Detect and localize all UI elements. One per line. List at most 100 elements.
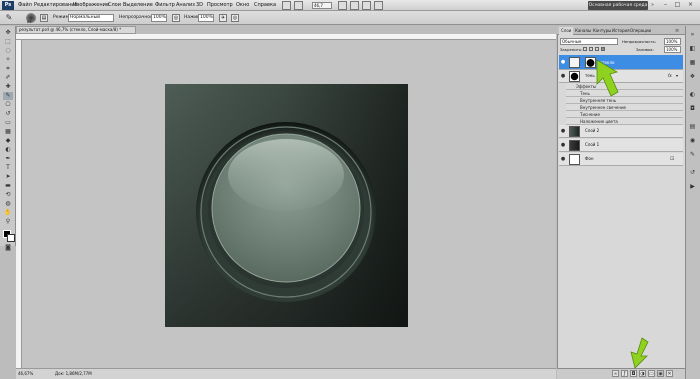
new-layer-icon[interactable]: ▣ — [657, 370, 664, 377]
layer-visibility-eye-icon[interactable]: ● — [560, 73, 566, 79]
lock-all-icon[interactable] — [601, 47, 605, 51]
lock-position-icon[interactable] — [595, 47, 599, 51]
zoom-status[interactable]: 46,67% — [18, 370, 33, 377]
blend-mode-select[interactable]: Обычные — [560, 38, 618, 45]
pen-tool-icon[interactable]: ✒ — [3, 155, 13, 163]
menu-file[interactable]: Файл — [18, 0, 32, 11]
brush-panel-icon[interactable]: ▤ — [40, 14, 48, 22]
masks-panel-icon[interactable]: ◘ — [688, 104, 697, 113]
mode-select[interactable]: Нормальный — [68, 14, 114, 22]
3d-rotate-tool-icon[interactable]: ⟲ — [3, 191, 13, 199]
layer-thumbnail[interactable] — [569, 126, 580, 137]
layer-visibility-eye-icon[interactable]: ● — [560, 128, 566, 134]
effect-inner-glow[interactable]: Внутреннее свечение — [566, 104, 683, 111]
actions-panel-icon[interactable]: ▶ — [688, 182, 697, 191]
clone-stamp-tool-icon[interactable]: ⎔ — [3, 101, 13, 109]
menu-select[interactable]: Выделение — [123, 0, 153, 11]
menu-help[interactable]: Справка — [254, 0, 276, 11]
layer-name[interactable]: Фон — [585, 155, 594, 163]
layer-thumbnail[interactable] — [569, 71, 580, 82]
layer-name[interactable]: Слой 1 — [585, 141, 599, 149]
bridge-icon[interactable] — [282, 1, 291, 10]
zoom-tool-icon[interactable]: ⚲ — [3, 218, 13, 226]
quick-mask-icon[interactable]: ◙ — [3, 244, 13, 252]
layer-thumbnail[interactable] — [569, 140, 580, 151]
new-group-icon[interactable]: ▭ — [648, 370, 655, 377]
layer-effects-fx-icon[interactable]: fx — [668, 72, 672, 80]
lasso-tool-icon[interactable]: ◌ — [3, 47, 13, 55]
pressure-size-icon[interactable]: ◎ — [231, 14, 239, 22]
menu-3d[interactable]: 3D — [196, 0, 203, 11]
screen-mode-icon[interactable] — [374, 1, 383, 10]
dodge-tool-icon[interactable]: ◐ — [3, 146, 13, 154]
layer-visibility-eye-icon[interactable]: ● — [560, 156, 566, 162]
crop-tool-icon[interactable]: ⌗ — [3, 65, 13, 73]
minimize-icon[interactable]: – — [661, 1, 670, 9]
airbrush-icon[interactable]: ✈ — [219, 14, 227, 22]
type-tool-icon[interactable]: T — [3, 164, 13, 172]
layer-visibility-eye-icon[interactable]: ● — [560, 59, 566, 65]
delete-layer-icon[interactable]: ✕ — [666, 370, 673, 377]
blur-tool-icon[interactable]: ◆ — [3, 137, 13, 145]
move-tool-icon[interactable]: ✥ — [3, 29, 13, 37]
menu-window[interactable]: Окно — [236, 0, 249, 11]
3d-orbit-tool-icon[interactable]: ◍ — [3, 200, 13, 208]
effect-color-overlay[interactable]: Наложение цвета — [566, 118, 683, 125]
glass-button-artwork[interactable] — [165, 84, 408, 327]
layer-name[interactable]: Слой 2 — [585, 127, 599, 135]
opacity-field[interactable]: 100% — [151, 14, 167, 22]
menu-edit[interactable]: Редактирование — [34, 0, 78, 11]
shape-tool-icon[interactable]: ▬ — [3, 182, 13, 190]
menu-filter[interactable]: Фильтр — [155, 0, 175, 11]
fill-field[interactable]: 100% — [664, 46, 681, 53]
hand-tool-icon[interactable]: ✋ — [3, 209, 13, 217]
color-panel-icon[interactable]: ◧ — [688, 44, 697, 53]
maximize-icon[interactable]: □ — [673, 1, 682, 9]
expand-effects-chevron-icon[interactable]: ▾ — [676, 73, 678, 79]
effects-header[interactable]: Эффекты — [566, 83, 683, 90]
menu-analysis[interactable]: Анализ — [176, 0, 195, 11]
hand-tool-icon[interactable] — [338, 1, 347, 10]
document-tab[interactable]: результат.psd @ 46,7% (стекло, Слой-маск… — [16, 26, 136, 34]
document-size-status[interactable]: Док: 1,86М/2,77M — [55, 370, 92, 377]
panel-menu-icon[interactable]: ≡ — [675, 28, 682, 34]
background-color-swatch[interactable] — [7, 234, 15, 242]
styles-panel-icon[interactable]: ❖ — [688, 72, 697, 81]
brush-tool-preset-icon[interactable]: ✎ — [4, 13, 14, 23]
zoom-tool-icon[interactable] — [350, 1, 359, 10]
history-panel-icon[interactable]: ↺ — [688, 168, 697, 177]
panel-opacity-field[interactable]: 100% — [664, 38, 681, 45]
quick-select-tool-icon[interactable]: ✧ — [3, 56, 13, 64]
swatches-panel-icon[interactable]: ▦ — [688, 58, 697, 67]
path-selection-tool-icon[interactable]: ➤ — [3, 173, 13, 181]
arrange-documents-icon[interactable] — [362, 1, 371, 10]
layer-visibility-eye-icon[interactable]: ● — [560, 142, 566, 148]
add-layer-style-icon[interactable]: ƒ — [621, 370, 628, 377]
close-icon[interactable]: × — [686, 1, 695, 9]
menu-image[interactable]: Изображение — [73, 0, 109, 11]
add-layer-mask-icon[interactable]: ◘ — [630, 370, 637, 377]
healing-tool-icon[interactable]: ✚ — [3, 83, 13, 91]
menu-view[interactable]: Просмотр — [207, 0, 233, 11]
layers-panel-icon[interactable]: ▤ — [688, 122, 697, 131]
new-adjustment-layer-icon[interactable]: ◑ — [639, 370, 646, 377]
lock-transparency-icon[interactable] — [583, 47, 587, 51]
layer-thumbnail[interactable] — [569, 57, 580, 68]
effect-inner-shadow[interactable]: Внутренняя тень — [566, 97, 683, 104]
paths-panel-icon[interactable]: ✎ — [688, 150, 697, 159]
channels-panel-icon[interactable]: ◉ — [688, 136, 697, 145]
mini-bridge-icon[interactable] — [294, 1, 303, 10]
marquee-tool-icon[interactable]: ⬚ — [3, 38, 13, 46]
lock-pixels-icon[interactable] — [589, 47, 593, 51]
pressure-opacity-icon[interactable]: ◎ — [172, 14, 180, 22]
menu-layers[interactable]: Слои — [108, 0, 121, 11]
zoom-level-field[interactable]: 46,7 — [312, 2, 332, 9]
layer-thumbnail[interactable] — [569, 154, 580, 165]
link-layers-icon[interactable]: ∞ — [612, 370, 619, 377]
workspace-button[interactable]: Основная рабочая среда — [588, 1, 648, 10]
tab-actions[interactable]: Операции — [628, 27, 653, 35]
dock-collapse-icon[interactable]: » — [688, 30, 697, 39]
effect-drop-shadow[interactable]: Тень — [566, 90, 683, 97]
eyedropper-tool-icon[interactable]: ✐ — [3, 74, 13, 82]
adjustments-panel-icon[interactable]: ◐ — [688, 90, 697, 99]
